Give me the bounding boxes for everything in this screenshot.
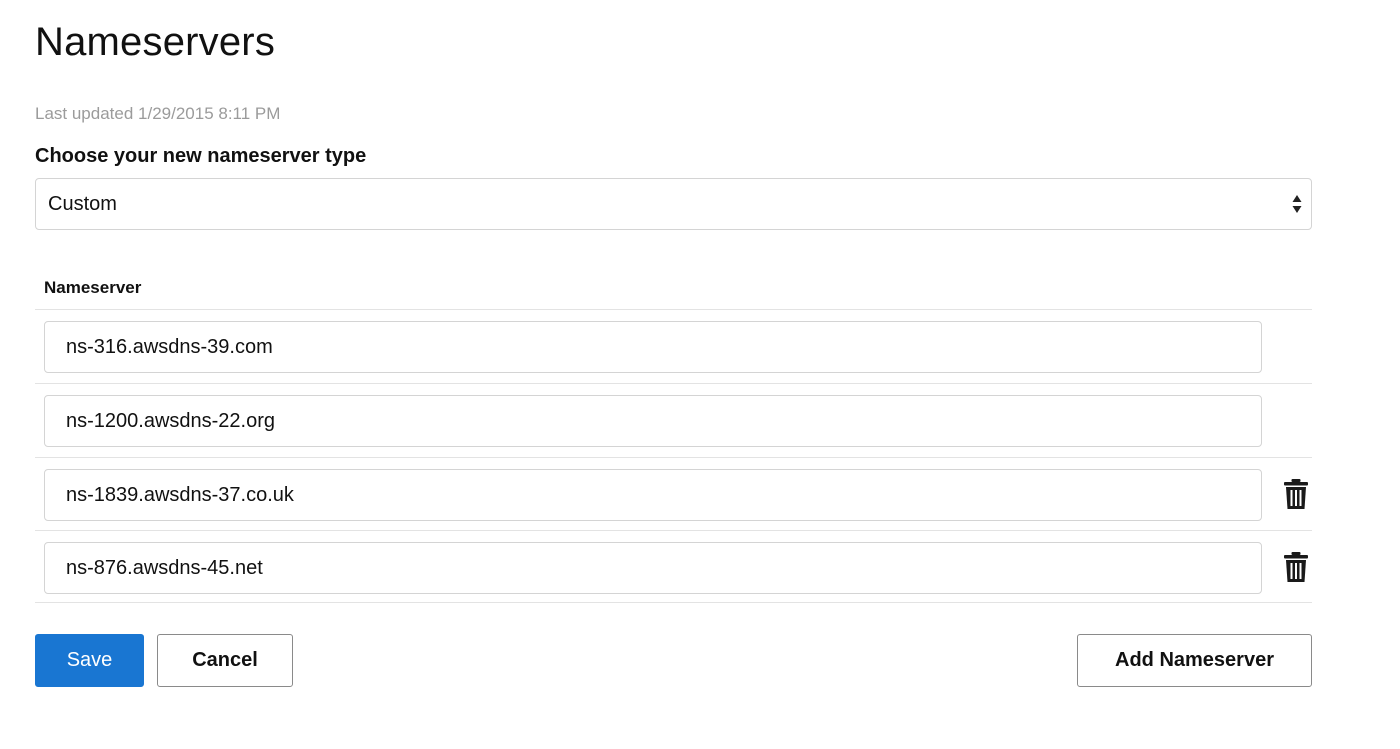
nameserver-type-label: Choose your new nameserver type — [35, 145, 367, 167]
nameserver-row — [35, 383, 1312, 456]
add-nameserver-button[interactable]: Add Nameserver — [1077, 634, 1312, 687]
nameserver-column-header: Nameserver — [44, 278, 142, 297]
save-button[interactable]: Save — [35, 634, 144, 687]
cancel-button[interactable]: Cancel — [157, 634, 293, 687]
nameservers-page: Nameservers Last updated 1/29/2015 8:11 … — [0, 0, 1400, 749]
sort-arrows-icon — [1292, 195, 1302, 213]
page-title: Nameservers — [35, 20, 276, 64]
nameserver-type-value: Custom — [48, 192, 117, 215]
trash-icon[interactable] — [1283, 551, 1309, 583]
trash-icon[interactable] — [1283, 478, 1309, 510]
nameserver-row — [35, 530, 1312, 603]
last-updated-text: Last updated 1/29/2015 8:11 PM — [35, 104, 281, 123]
nameserver-type-select[interactable]: Custom — [35, 178, 1312, 230]
nameserver-input[interactable] — [44, 542, 1262, 594]
nameserver-row — [35, 309, 1312, 382]
nameserver-row — [35, 457, 1312, 530]
nameserver-input[interactable] — [44, 469, 1262, 521]
nameserver-input[interactable] — [44, 321, 1262, 373]
nameserver-input[interactable] — [44, 395, 1262, 447]
